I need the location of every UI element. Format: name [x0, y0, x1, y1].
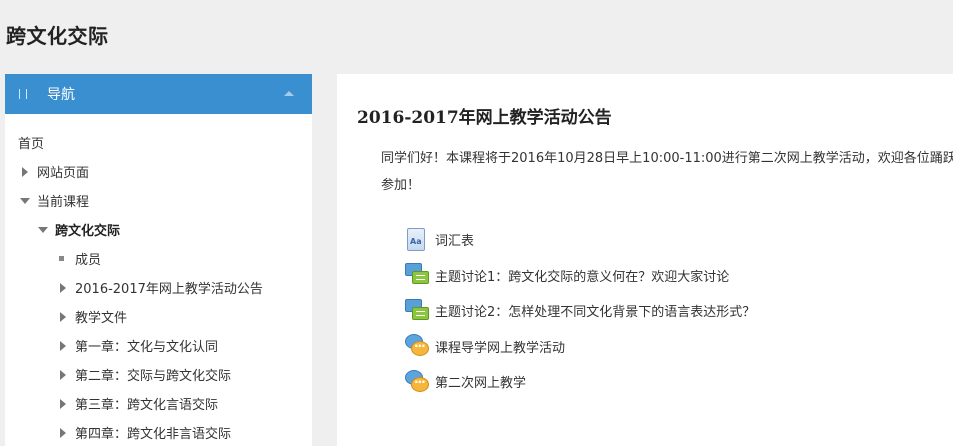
- activity-link[interactable]: 课程导学网上教学活动: [435, 337, 565, 356]
- bullet-icon: [59, 256, 64, 261]
- activity-link[interactable]: 第二次网上教学: [435, 372, 526, 391]
- expand-arrow-icon[interactable]: [60, 340, 66, 351]
- navigation-header-label: 导航: [47, 87, 75, 103]
- collapse-arrow-icon[interactable]: [20, 197, 30, 204]
- activity-glossary[interactable]: Aa 词汇表: [405, 222, 755, 258]
- activity-chat[interactable]: 课程导学网上教学活动: [405, 329, 755, 365]
- activity-list: Aa 词汇表 主题讨论1：跨文化交际的意义何在？欢迎大家讨论 主题讨论2：怎样处…: [405, 222, 755, 400]
- navigation-block: 导航 首页 网站页面 当前课程 跨文化交际 成员 2016-2017年网上教学活…: [5, 74, 312, 446]
- chat-icon: [405, 369, 429, 394]
- expand-arrow-icon[interactable]: [60, 427, 66, 438]
- nav-item-current-courses[interactable]: 当前课程: [5, 186, 312, 215]
- expand-arrow-icon[interactable]: [60, 398, 66, 409]
- nav-item-label[interactable]: 当前课程: [37, 191, 89, 210]
- main-content: 2016-2017年网上教学活动公告 同学们好！本课程将于2016年10月28日…: [337, 74, 953, 446]
- nav-item-label[interactable]: 2016-2017年网上教学活动公告: [75, 278, 263, 297]
- section-summary: 同学们好！本课程将于2016年10月28日早上10:00-11:00进行第二次网…: [381, 151, 953, 193]
- nav-item-label[interactable]: 教学文件: [75, 307, 127, 326]
- collapse-arrow-icon[interactable]: [38, 226, 48, 233]
- section-heading: 2016-2017年网上教学活动公告: [357, 108, 612, 128]
- expand-arrow-icon[interactable]: [60, 369, 66, 380]
- expand-arrow-icon[interactable]: [22, 166, 28, 177]
- nav-item-label[interactable]: 第二章：交际与跨文化交际: [75, 365, 231, 384]
- nav-item-home[interactable]: 首页: [5, 128, 312, 157]
- activity-link[interactable]: 主题讨论1：跨文化交际的意义何在？欢迎大家讨论: [435, 266, 729, 285]
- activity-forum[interactable]: 主题讨论1：跨文化交际的意义何在？欢迎大家讨论: [405, 258, 755, 294]
- collapse-icon[interactable]: [284, 91, 294, 96]
- glossary-icon: Aa: [405, 227, 429, 252]
- navigation-header[interactable]: 导航: [5, 74, 312, 114]
- forum-icon: [405, 298, 429, 323]
- nav-item-section[interactable]: 第一章：文化与文化认同: [5, 331, 312, 360]
- activity-forum[interactable]: 主题讨论2：怎样处理不同文化背景下的语言表达形式？: [405, 293, 755, 329]
- nav-item-section[interactable]: 第三章：跨文化言语交际: [5, 389, 312, 418]
- nav-item-section[interactable]: 教学文件: [5, 302, 312, 331]
- nav-item-participants[interactable]: 成员: [5, 244, 312, 273]
- expand-arrow-icon[interactable]: [60, 282, 66, 293]
- page-title: 跨文化交际: [6, 24, 109, 48]
- activity-chat[interactable]: 第二次网上教学: [405, 364, 755, 400]
- nav-item-label[interactable]: 第三章：跨文化言语交际: [75, 394, 218, 413]
- nav-item-label[interactable]: 首页: [18, 133, 44, 152]
- nav-item-section[interactable]: 第二章：交际与跨文化交际: [5, 360, 312, 389]
- nav-item-label[interactable]: 第一章：文化与文化认同: [75, 336, 218, 355]
- nav-item-label[interactable]: 跨文化交际: [55, 220, 120, 239]
- expand-arrow-icon[interactable]: [60, 311, 66, 322]
- nav-item-section[interactable]: 第四章：跨文化非言语交际: [5, 418, 312, 446]
- nav-item-course[interactable]: 跨文化交际: [5, 215, 312, 244]
- navigation-tree: 首页 网站页面 当前课程 跨文化交际 成员 2016-2017年网上教学活动公告…: [5, 114, 312, 446]
- nav-item-section[interactable]: 2016-2017年网上教学活动公告: [5, 273, 312, 302]
- drag-handle-icon[interactable]: [17, 89, 29, 99]
- chat-icon: [405, 334, 429, 358]
- activity-link[interactable]: 主题讨论2：怎样处理不同文化背景下的语言表达形式？: [435, 301, 755, 320]
- nav-item-label[interactable]: 网站页面: [37, 162, 89, 181]
- activity-link[interactable]: 词汇表: [435, 230, 474, 249]
- nav-item-label[interactable]: 成员: [75, 249, 101, 268]
- nav-item-label[interactable]: 第四章：跨文化非言语交际: [75, 423, 231, 442]
- forum-icon: [405, 263, 429, 287]
- nav-item-site-pages[interactable]: 网站页面: [5, 157, 312, 186]
